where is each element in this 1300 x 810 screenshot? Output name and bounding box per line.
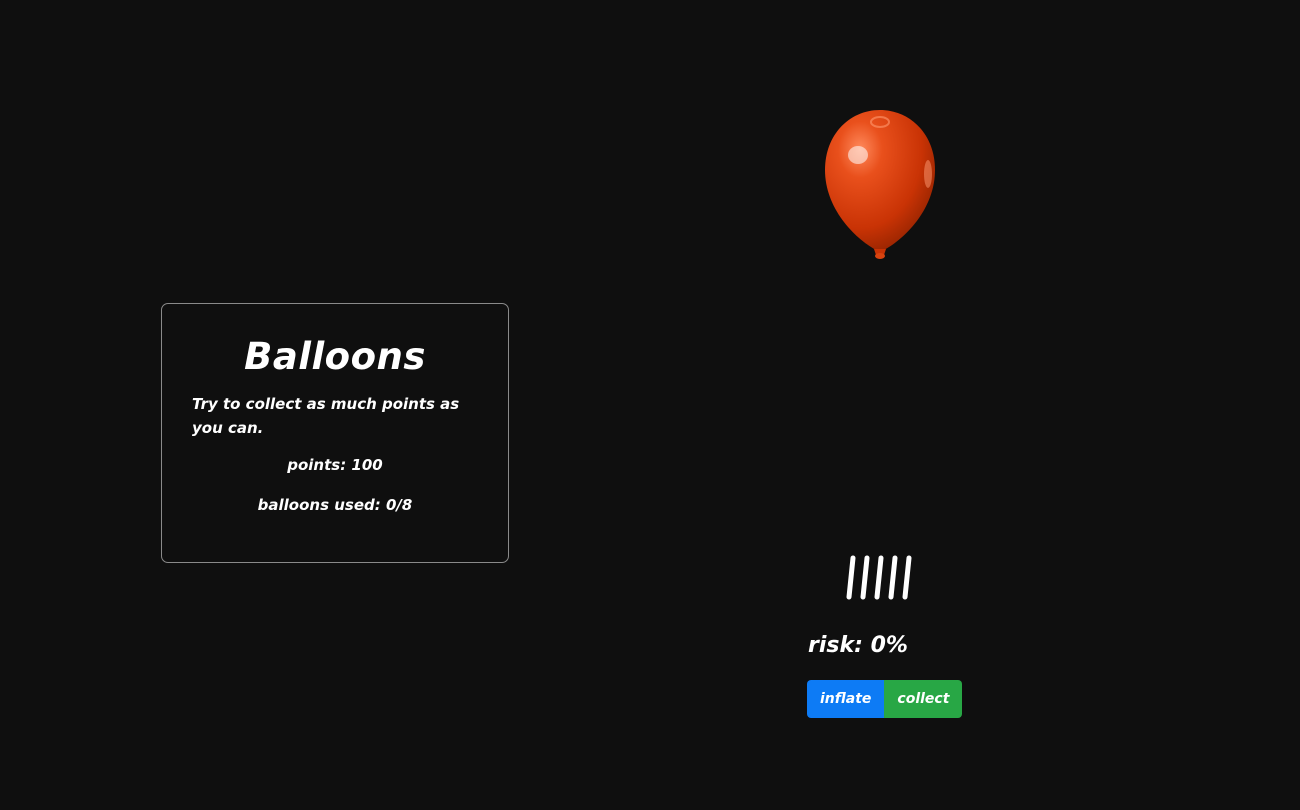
balloons-used-counter: balloons used: 0/8: [257, 496, 413, 514]
balloon-icon: [825, 110, 935, 259]
info-card: Balloons Try to collect as much points a…: [161, 303, 509, 563]
action-buttons: inflate collect: [807, 680, 963, 718]
game-stage: Balloons Try to collect as much points a…: [0, 0, 1300, 810]
tally-mark: [846, 555, 856, 600]
risk-indicator: risk: 0%: [808, 633, 908, 658]
tally-mark: [874, 555, 884, 600]
game-instructions: Try to collect as much points as you can…: [192, 395, 460, 437]
inflate-button[interactable]: inflate: [807, 680, 885, 718]
points-counter: points: 100: [287, 456, 383, 474]
tally-mark: [902, 555, 912, 600]
tally-mark: [860, 555, 870, 600]
inflation-tally: [846, 555, 912, 600]
game-title: Balloons: [244, 335, 426, 378]
tally-mark: [888, 555, 898, 600]
collect-button[interactable]: collect: [884, 680, 963, 718]
